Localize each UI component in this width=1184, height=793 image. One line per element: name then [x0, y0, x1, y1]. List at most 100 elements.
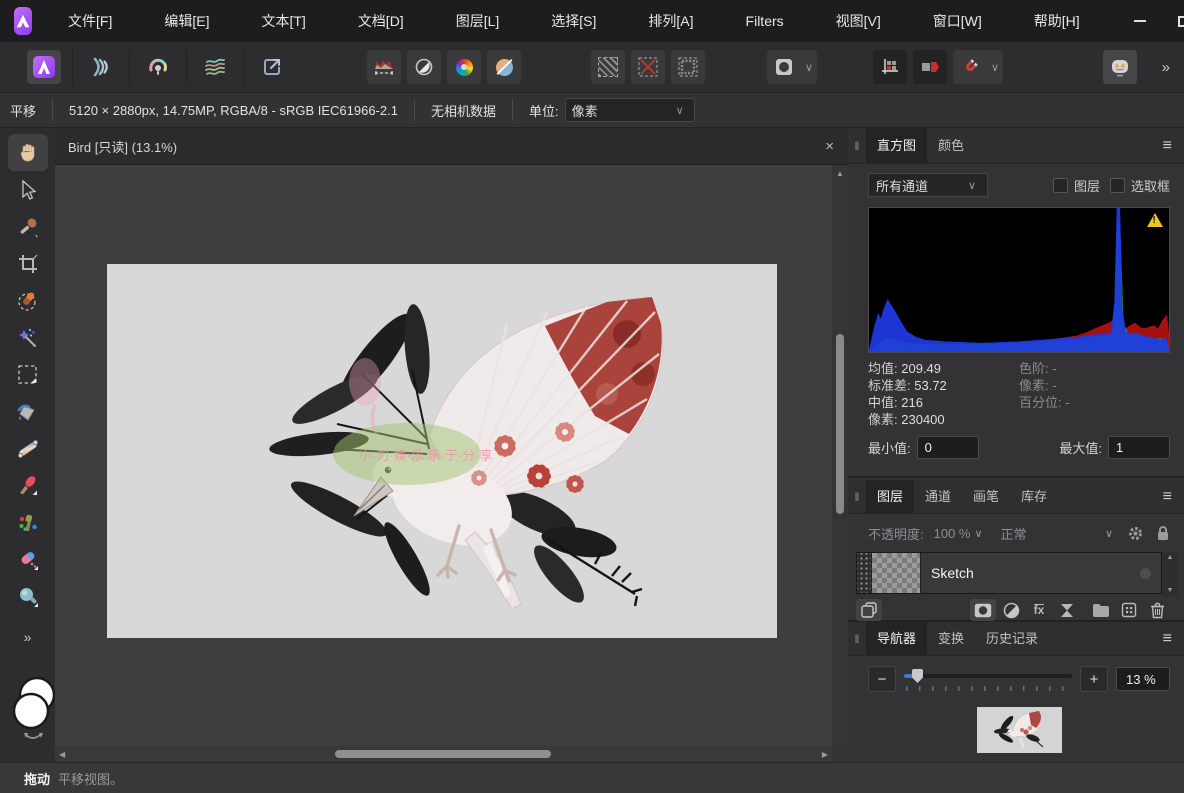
- menu-document[interactable]: 文档[D]: [344, 0, 418, 42]
- scroll-down-icon[interactable]: ▼: [1167, 587, 1174, 594]
- scroll-up-icon[interactable]: ▲: [1167, 554, 1174, 561]
- toolbar-overflow-button[interactable]: »: [1162, 59, 1170, 76]
- auto-white-balance-button[interactable]: [487, 50, 521, 84]
- tab-histogram[interactable]: 直方图: [866, 128, 927, 164]
- colour-picker-tool[interactable]: [8, 208, 48, 245]
- zoom-slider-thumb[interactable]: [912, 669, 923, 683]
- maximize-button[interactable]: [1162, 0, 1184, 42]
- menu-help[interactable]: 帮助[H]: [1020, 0, 1094, 42]
- quick-mask-button[interactable]: [767, 50, 801, 84]
- layer-visibility-toggle[interactable]: [1140, 568, 1151, 579]
- vertical-scrollbar[interactable]: ▲ ▼: [832, 165, 848, 762]
- marquee-checkbox[interactable]: [1110, 178, 1125, 193]
- photo-persona-button[interactable]: [27, 50, 61, 84]
- layer-checkbox[interactable]: [1053, 178, 1068, 193]
- develop-persona-button[interactable]: [141, 50, 175, 84]
- zoom-slider[interactable]: [904, 666, 1072, 692]
- quick-mask-dropdown[interactable]: ∨: [801, 61, 817, 74]
- gradient-tool[interactable]: [8, 430, 48, 467]
- horizontal-scroll-thumb[interactable]: [335, 750, 551, 758]
- menu-view[interactable]: 视图[V]: [822, 0, 895, 42]
- delete-layer-button[interactable]: [1144, 599, 1170, 621]
- flood-fill-tool[interactable]: [8, 393, 48, 430]
- panel-menu-icon[interactable]: ≡: [1163, 137, 1172, 155]
- layer-thumbnail[interactable]: [872, 553, 921, 593]
- zoom-value[interactable]: 13 %: [1116, 667, 1170, 691]
- vertical-scroll-thumb[interactable]: [836, 334, 844, 514]
- layer-list-scrollbar[interactable]: ▲ ▼: [1162, 552, 1178, 596]
- layer-effects-button[interactable]: fx: [1026, 599, 1052, 621]
- scroll-right-icon[interactable]: ▶: [818, 748, 832, 761]
- tone-mapping-persona-button[interactable]: [198, 50, 232, 84]
- zoom-in-button[interactable]: +: [1080, 666, 1108, 692]
- layer-drag-handle[interactable]: [857, 553, 872, 593]
- tab-transform[interactable]: 变换: [927, 622, 975, 656]
- menu-select[interactable]: 选择[S]: [537, 0, 610, 42]
- max-input[interactable]: [1108, 436, 1170, 459]
- panel-grip[interactable]: ‖: [848, 490, 866, 504]
- menu-edit[interactable]: 编辑[E]: [150, 0, 223, 42]
- tab-channels[interactable]: 通道: [914, 480, 962, 514]
- document-close-icon[interactable]: ×: [825, 138, 834, 155]
- panel-menu-icon[interactable]: ≡: [1163, 488, 1172, 506]
- deselect-button[interactable]: [631, 50, 665, 84]
- insertion-target-button[interactable]: [913, 50, 947, 84]
- blend-options-chevron[interactable]: ∨: [1101, 527, 1117, 540]
- group-layers-button[interactable]: [1088, 599, 1114, 621]
- tab-navigator[interactable]: 导航器: [866, 622, 927, 656]
- menu-text[interactable]: 文本[T]: [247, 0, 319, 42]
- menu-file[interactable]: 文件[F]: [54, 0, 126, 42]
- blur-tool[interactable]: [8, 578, 48, 615]
- scroll-up-icon[interactable]: ▲: [832, 167, 848, 180]
- tab-brushes[interactable]: 画笔: [962, 480, 1010, 514]
- live-filter-button[interactable]: [1054, 599, 1080, 621]
- colour-replacement-brush-tool[interactable]: [8, 504, 48, 541]
- snapping-button[interactable]: [953, 50, 987, 84]
- minimize-button[interactable]: [1118, 0, 1162, 42]
- view-tool[interactable]: [8, 134, 48, 171]
- mask-layer-button[interactable]: [970, 599, 996, 621]
- marquee-select-tool[interactable]: [8, 356, 48, 393]
- layer-row-sketch[interactable]: Sketch ▲ ▼: [856, 552, 1162, 594]
- duplicate-layer-button[interactable]: [856, 599, 882, 621]
- tab-stock[interactable]: 库存: [1010, 480, 1058, 514]
- erase-brush-tool[interactable]: [8, 541, 48, 578]
- lock-icon[interactable]: [1156, 525, 1170, 542]
- snapping-dropdown[interactable]: ∨: [987, 61, 1003, 74]
- assistant-manager-button[interactable]: [1103, 50, 1137, 84]
- merge-pattern-button[interactable]: [1116, 599, 1142, 621]
- flood-select-tool[interactable]: [8, 319, 48, 356]
- blend-gear-icon[interactable]: [1127, 525, 1144, 542]
- navigator-thumbnail[interactable]: [977, 707, 1062, 753]
- menu-window[interactable]: 窗口[W]: [919, 0, 996, 42]
- menu-layer[interactable]: 图层[L]: [442, 0, 514, 42]
- panel-grip[interactable]: ‖: [848, 632, 866, 646]
- warning-icon[interactable]: [1147, 213, 1163, 227]
- auto-levels-button[interactable]: [367, 50, 401, 84]
- tab-layers[interactable]: 图层: [866, 480, 914, 514]
- document-tab[interactable]: Bird [只读] (13.1%) ×: [55, 128, 848, 165]
- panel-menu-icon[interactable]: ≡: [1163, 630, 1172, 648]
- invert-selection-button[interactable]: [671, 50, 705, 84]
- blend-mode-value[interactable]: 正常: [1001, 524, 1027, 543]
- chevron-down-icon[interactable]: ∨: [971, 527, 987, 540]
- opacity-value[interactable]: 100 %: [934, 526, 971, 541]
- more-tools-button[interactable]: »: [24, 629, 32, 645]
- adjustment-layer-button[interactable]: [998, 599, 1024, 621]
- select-all-button[interactable]: [591, 50, 625, 84]
- paint-brush-tool[interactable]: [8, 467, 48, 504]
- zoom-out-button[interactable]: −: [868, 666, 896, 692]
- auto-colours-button[interactable]: [447, 50, 481, 84]
- canvas-viewport[interactable]: 小·刀·娱·乐 乐·于·分·享: [55, 165, 832, 746]
- menu-arrange[interactable]: 排列[A]: [634, 0, 707, 42]
- min-input[interactable]: [917, 436, 979, 459]
- layer-name[interactable]: Sketch: [931, 565, 974, 581]
- crop-tool[interactable]: [8, 245, 48, 282]
- export-persona-button[interactable]: [255, 50, 289, 84]
- tab-colour[interactable]: 颜色: [927, 128, 975, 164]
- horizontal-scrollbar[interactable]: ◀ ▶: [55, 746, 832, 762]
- channel-select[interactable]: 所有通道 ∨: [868, 173, 988, 197]
- panel-grip[interactable]: ‖: [848, 139, 866, 153]
- auto-contrast-button[interactable]: [407, 50, 441, 84]
- move-tool[interactable]: [8, 171, 48, 208]
